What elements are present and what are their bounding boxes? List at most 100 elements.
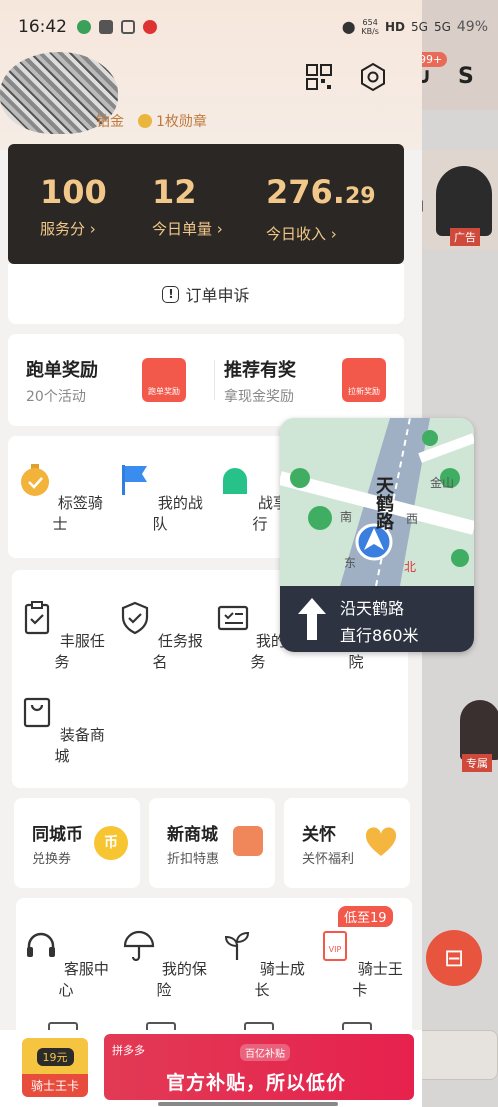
- care-card[interactable]: 关怀 关怀福利: [284, 798, 410, 888]
- settings-icon[interactable]: [358, 62, 388, 92]
- referral-title[interactable]: 推荐有奖: [224, 356, 296, 382]
- stats-card: 100 服务分 › 12 今日单量 › 276.29 今日收入 ›: [8, 144, 404, 264]
- run-reward-icon: 跑单奖励: [142, 358, 186, 402]
- vip-ad-price: 19元: [36, 1048, 74, 1066]
- headset-icon: [27, 932, 56, 957]
- city-coin-card[interactable]: 同城币 兑换券 币: [14, 798, 140, 888]
- divider: [214, 360, 215, 400]
- signal-5g-2: 5G: [433, 20, 451, 34]
- service-score-label: 服务分: [40, 220, 86, 238]
- rider-vip-card-item[interactable]: VIP 骑士王卡: [310, 928, 410, 1000]
- task-signup-label: 任务报名: [152, 632, 203, 671]
- order-appeal-button[interactable]: ! 订单申诉: [8, 264, 404, 324]
- app-notification-icon: [77, 20, 91, 34]
- medal-icon: [138, 114, 152, 128]
- svg-text:VIP: VIP: [329, 945, 342, 954]
- new-mall-title: 新商城: [167, 825, 218, 845]
- orders-today-value: 12: [152, 173, 197, 211]
- referral-icon-text: 拉新奖励: [348, 387, 380, 396]
- care-title: 关怀: [302, 825, 336, 845]
- background-rider-image: [436, 166, 492, 236]
- network-speed: 654 KB/s: [361, 18, 379, 36]
- sf-task-item[interactable]: 丰服任务: [12, 600, 112, 672]
- my-team-label: 我的战队: [152, 494, 203, 533]
- sprout-icon: [225, 931, 250, 960]
- shopping-bag-orange-icon: [233, 826, 263, 856]
- vip-ad-name: 骑士王卡: [22, 1074, 88, 1097]
- medal-info[interactable]: 1枚勋章: [138, 111, 207, 131]
- straight-arrow-icon: [298, 598, 326, 640]
- service-score[interactable]: 100 服务分 ›: [40, 174, 107, 239]
- background-bottom-bar: [410, 1030, 498, 1080]
- rider-growth-item[interactable]: 骑士成长: [212, 928, 312, 1000]
- insurance-item[interactable]: 我的保险: [114, 928, 214, 1000]
- rider-growth-label: 骑士成长: [254, 960, 305, 999]
- navigation-instruction: 沿天鹤路 直行860米: [280, 586, 474, 652]
- scan-button[interactable]: ⊟: [426, 930, 482, 986]
- ad-brand: 拼多多: [112, 1044, 145, 1057]
- signal-5g-1: 5G: [411, 20, 428, 34]
- income-today-label: 今日收入: [266, 225, 327, 243]
- background-exclusive-tag: 专属: [462, 754, 492, 772]
- pinduoduo-ad-banner[interactable]: 拼多多 百亿补贴 官方补贴，所以低价: [104, 1034, 414, 1100]
- clipboard-check-icon: [24, 601, 50, 635]
- background-ad-tag: 广告: [450, 228, 480, 246]
- orders-today[interactable]: 12 今日单量 ›: [152, 174, 223, 239]
- rider-vip-card-label: 骑士王卡: [352, 960, 403, 999]
- navigation-distance-text: 直行860米: [340, 626, 419, 645]
- shield-check-icon: [121, 601, 149, 635]
- tag-rider-item[interactable]: 标签骑士: [10, 462, 110, 534]
- ad-subsidy-tag: 百亿补贴: [240, 1044, 290, 1061]
- bottom-ad-bar: 19元 骑士王卡 拼多多 百亿补贴 官方补贴，所以低价: [0, 1030, 422, 1107]
- customer-service-label: 客服中心: [58, 960, 109, 999]
- app-notification-icon: [121, 20, 135, 34]
- my-team-item[interactable]: 我的战队: [110, 462, 210, 534]
- location-icon: ⬤: [341, 20, 356, 34]
- id-card-icon: [217, 605, 249, 631]
- app-notification-icon: [99, 20, 113, 34]
- income-today-decimal: 29: [344, 184, 376, 209]
- equipment-mall-item[interactable]: 装备商城: [12, 694, 112, 766]
- orders-today-label: 今日单量: [152, 220, 213, 238]
- insurance-label: 我的保险: [156, 960, 207, 999]
- shopping-bag-icon: [23, 697, 51, 728]
- qr-code-icon[interactable]: [304, 62, 334, 92]
- city-coin-sub: 兑换券: [32, 852, 72, 867]
- umbrella-icon: [123, 930, 155, 962]
- alert-icon: !: [162, 285, 180, 303]
- map-direction-label: 北: [404, 560, 417, 574]
- care-sub: 关怀福利: [302, 852, 355, 867]
- background-rider-image-2: [460, 700, 498, 760]
- city-coin-title: 同城币: [32, 825, 83, 845]
- heart-icon: [365, 827, 397, 856]
- navigation-map: 天鹤路 金山 西 南 东 北: [280, 418, 474, 587]
- referral-sub: 拿现金奖励: [224, 389, 294, 405]
- app-notification-icon: [143, 20, 157, 34]
- medal-badge-icon: [21, 464, 50, 496]
- hd-signal-label: HD: [384, 20, 405, 34]
- level-text: 铂金: [96, 114, 124, 130]
- task-signup-item[interactable]: 任务报名: [110, 600, 210, 672]
- flag-icon: [122, 465, 148, 495]
- navigation-floating-window[interactable]: 天鹤路 金山 西 南 东 北 沿天鹤路 直行860米: [280, 418, 474, 652]
- background-location-icon: S: [458, 64, 474, 89]
- mini-card-row: 同城币 兑换券 币 新商城 折扣特惠 关怀 关怀福利: [14, 798, 410, 888]
- ad-main-text: 官方补贴，所以低价: [166, 1072, 347, 1094]
- map-direction-label: 东: [344, 556, 357, 570]
- map-direction-label: 南: [340, 510, 353, 524]
- map-road-name: 天鹤路: [373, 476, 394, 530]
- run-reward-title[interactable]: 跑单奖励: [26, 356, 98, 382]
- map-direction-label: 西: [406, 512, 419, 526]
- income-today[interactable]: 276.29 今日收入 ›: [266, 174, 376, 244]
- new-mall-sub: 折扣特惠: [167, 852, 220, 867]
- coin-icon: 币: [94, 826, 128, 860]
- navigation-road-text: 沿天鹤路: [340, 599, 405, 618]
- promo-card: 跑单奖励 20个活动 跑单奖励 推荐有奖 拿现金奖励 拉新奖励: [8, 334, 404, 426]
- customer-service-item[interactable]: 客服中心: [16, 928, 116, 1000]
- new-mall-card[interactable]: 新商城 折扣特惠: [149, 798, 275, 888]
- bell-icon: [223, 468, 248, 494]
- vip-card-ad[interactable]: 19元 骑士王卡: [22, 1038, 88, 1097]
- battery-level: 49%: [456, 19, 488, 35]
- run-reward-sub: 20个活动: [26, 389, 86, 405]
- sf-task-label: 丰服任务: [54, 632, 105, 671]
